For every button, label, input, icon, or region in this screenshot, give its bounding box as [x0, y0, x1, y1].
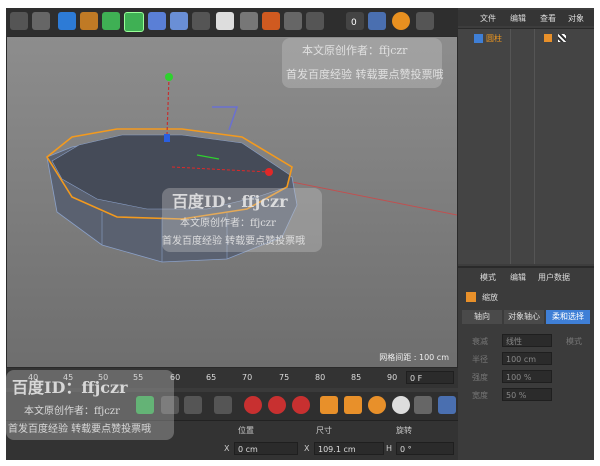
tick-label: 80	[315, 373, 326, 382]
scale-tool-icon	[466, 292, 476, 302]
radius-field[interactable]: 100 cm	[502, 352, 552, 365]
h-rotation-field[interactable]: 0 °	[396, 442, 454, 455]
array-icon[interactable]	[124, 12, 144, 32]
y-axis-handle	[165, 73, 173, 81]
render-badge: 0	[351, 18, 357, 28]
column-divider	[510, 29, 511, 264]
object-name: 圆柱	[486, 34, 502, 43]
psr-icon[interactable]: 0	[346, 12, 364, 30]
cylinder-icon	[474, 34, 483, 43]
x-position-label: X	[224, 444, 230, 453]
attr-title: 缩放	[482, 293, 498, 302]
scale-key-icon[interactable]	[344, 396, 362, 414]
floor-icon[interactable]	[170, 12, 188, 30]
watermark-id: 百度ID：ffjczr	[172, 192, 288, 211]
menu-object[interactable]: 对象	[568, 13, 584, 24]
tick-label: 75	[279, 373, 290, 382]
z-axis-handle	[164, 134, 170, 142]
width-label: 宽度	[472, 391, 488, 400]
tab-axis[interactable]: 轴向	[462, 310, 502, 324]
spline-pen-icon[interactable]	[80, 12, 98, 30]
falloff-select[interactable]: 线性	[502, 334, 552, 347]
falloff-label: 衰减	[472, 337, 488, 346]
param-key-icon[interactable]	[392, 396, 410, 414]
y-axis-dashed	[166, 76, 170, 136]
pla-key-icon[interactable]	[414, 396, 432, 414]
strength-field[interactable]: 100 %	[502, 370, 552, 383]
deformer-icon[interactable]	[148, 12, 166, 30]
tick-label: 85	[351, 373, 362, 382]
grid-spacing-label: 网格间距 : 100 cm	[379, 353, 449, 362]
object-manager-menu: 文件 编辑 查看 对象	[458, 10, 594, 26]
rotate-key-icon[interactable]	[368, 396, 386, 414]
plane-handle	[212, 106, 239, 131]
loop-icon[interactable]	[184, 396, 202, 414]
size-header: 尺寸	[316, 426, 332, 435]
x-size-field[interactable]: 109.1 cm	[314, 442, 384, 455]
tick-label: 70	[242, 373, 253, 382]
menu-view[interactable]: 查看	[540, 13, 556, 24]
position-header: 位置	[238, 426, 254, 435]
mode-label: 模式	[566, 337, 582, 346]
main-toolbar: 0	[6, 8, 458, 37]
menu-file[interactable]: 文件	[480, 13, 496, 24]
joint-icon[interactable]	[240, 12, 258, 30]
width-field[interactable]: 50 %	[502, 388, 552, 401]
light-icon[interactable]	[216, 12, 234, 30]
tick-label: 65	[206, 373, 217, 382]
frame-field[interactable]: 0 F	[406, 371, 454, 384]
render-view-icon[interactable]	[32, 12, 50, 30]
x-size-label: X	[304, 444, 310, 453]
snap-icon[interactable]	[368, 12, 386, 30]
tab-object-axis[interactable]: 对象轴心	[504, 310, 544, 324]
attr-menu-mode[interactable]: 模式	[480, 272, 496, 283]
attribute-manager: 模式 编辑 用户数据 缩放 轴向 对象轴心 柔和选择 衰减 线性 模式 半径 1…	[458, 266, 594, 460]
cube-icon[interactable]	[58, 12, 76, 30]
watermark-author: 本文原创作者：ffjczr	[302, 44, 408, 57]
record-key-icon[interactable]	[244, 396, 262, 414]
undo-icon[interactable]	[10, 12, 28, 30]
scene-icon[interactable]	[284, 12, 302, 30]
watermark-id: 百度ID：ffjczr	[12, 378, 128, 397]
timeline-icon[interactable]	[438, 396, 456, 414]
auto-key-icon[interactable]	[268, 396, 286, 414]
rotation-header: 旋转	[396, 426, 412, 435]
checker-tag-icon[interactable]	[558, 34, 566, 42]
right-panel: 文件 编辑 查看 对象 圆柱 模式 编辑 用户数据 缩放 轴向 对象轴心 柔和选…	[458, 8, 594, 460]
strength-label: 强度	[472, 373, 488, 382]
nurbs-icon[interactable]	[102, 12, 120, 30]
x-position-field[interactable]: 0 cm	[234, 442, 298, 455]
tab-soft-select[interactable]: 柔和选择	[546, 310, 590, 324]
watermark-author: 本文原创作者：ffjczr	[180, 218, 276, 229]
attr-menu-userdata[interactable]: 用户数据	[538, 272, 570, 283]
object-row[interactable]: 圆柱	[462, 33, 590, 45]
material-icon[interactable]	[262, 12, 280, 30]
watermark-notice: 首发百度经验 转载要点赞投票哦	[286, 68, 444, 81]
camera-icon[interactable]	[192, 12, 210, 30]
object-list: 圆柱	[458, 28, 594, 264]
radius-label: 半径	[472, 355, 488, 364]
watermark-notice: 首发百度经验 转载要点赞投票哦	[8, 424, 152, 435]
move-key-icon[interactable]	[320, 396, 338, 414]
visibility-icon[interactable]	[544, 34, 552, 42]
attr-menu-edit[interactable]: 编辑	[510, 272, 526, 283]
h-rotation-label: H	[386, 444, 393, 453]
python-icon[interactable]	[416, 12, 434, 30]
key-help-icon[interactable]	[292, 396, 310, 414]
sculpt-icon[interactable]	[306, 12, 324, 30]
column-divider	[534, 29, 535, 264]
tick-label: 90	[387, 373, 398, 382]
watermark-notice: 首发百度经验 转载要点赞投票哦	[162, 236, 306, 247]
tag-icon[interactable]	[392, 12, 410, 30]
goto-end-icon[interactable]	[214, 396, 232, 414]
watermark-author: 本文原创作者：ffjczr	[24, 406, 120, 417]
menu-edit[interactable]: 编辑	[510, 13, 526, 24]
